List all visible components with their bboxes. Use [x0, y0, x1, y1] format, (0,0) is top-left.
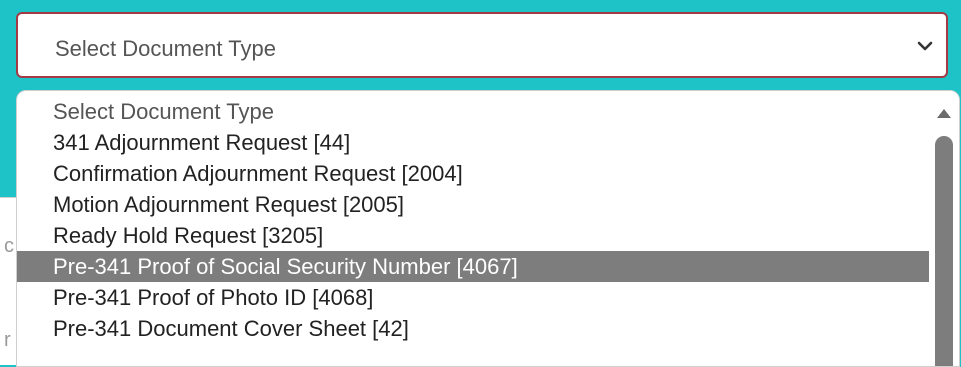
document-type-select[interactable]: Select Document Type — [16, 12, 948, 78]
chevron-down-icon — [914, 35, 936, 57]
option-ready-hold-request[interactable]: Ready Hold Request [3205] — [17, 220, 929, 251]
triangle-up-icon[interactable] — [937, 109, 951, 118]
option-select-document-type[interactable]: Select Document Type — [17, 96, 929, 127]
option-341-adjournment-request[interactable]: 341 Adjournment Request [44] — [17, 127, 929, 158]
select-value: Select Document Type — [55, 36, 276, 61]
dropdown-scrollbar[interactable] — [929, 91, 959, 366]
option-confirmation-adjournment-request[interactable]: Confirmation Adjournment Request [2004] — [17, 158, 929, 189]
background-text-fragment: r — [4, 329, 11, 351]
background-text-fragment: c — [4, 235, 14, 257]
option-list: Select Document Type 341 Adjournment Req… — [17, 96, 929, 344]
option-pre-341-document-cover-sheet[interactable]: Pre-341 Document Cover Sheet [42] — [17, 313, 929, 344]
scrollbar-thumb[interactable] — [935, 136, 953, 366]
option-pre-341-proof-of-photo-id[interactable]: Pre-341 Proof of Photo ID [4068] — [17, 282, 929, 313]
option-motion-adjournment-request[interactable]: Motion Adjournment Request [2005] — [17, 189, 929, 220]
document-type-dropdown-list[interactable]: Select Document Type 341 Adjournment Req… — [16, 90, 960, 367]
option-pre-341-proof-of-ssn[interactable]: Pre-341 Proof of Social Security Number … — [17, 251, 929, 282]
background-divider — [0, 197, 16, 198]
